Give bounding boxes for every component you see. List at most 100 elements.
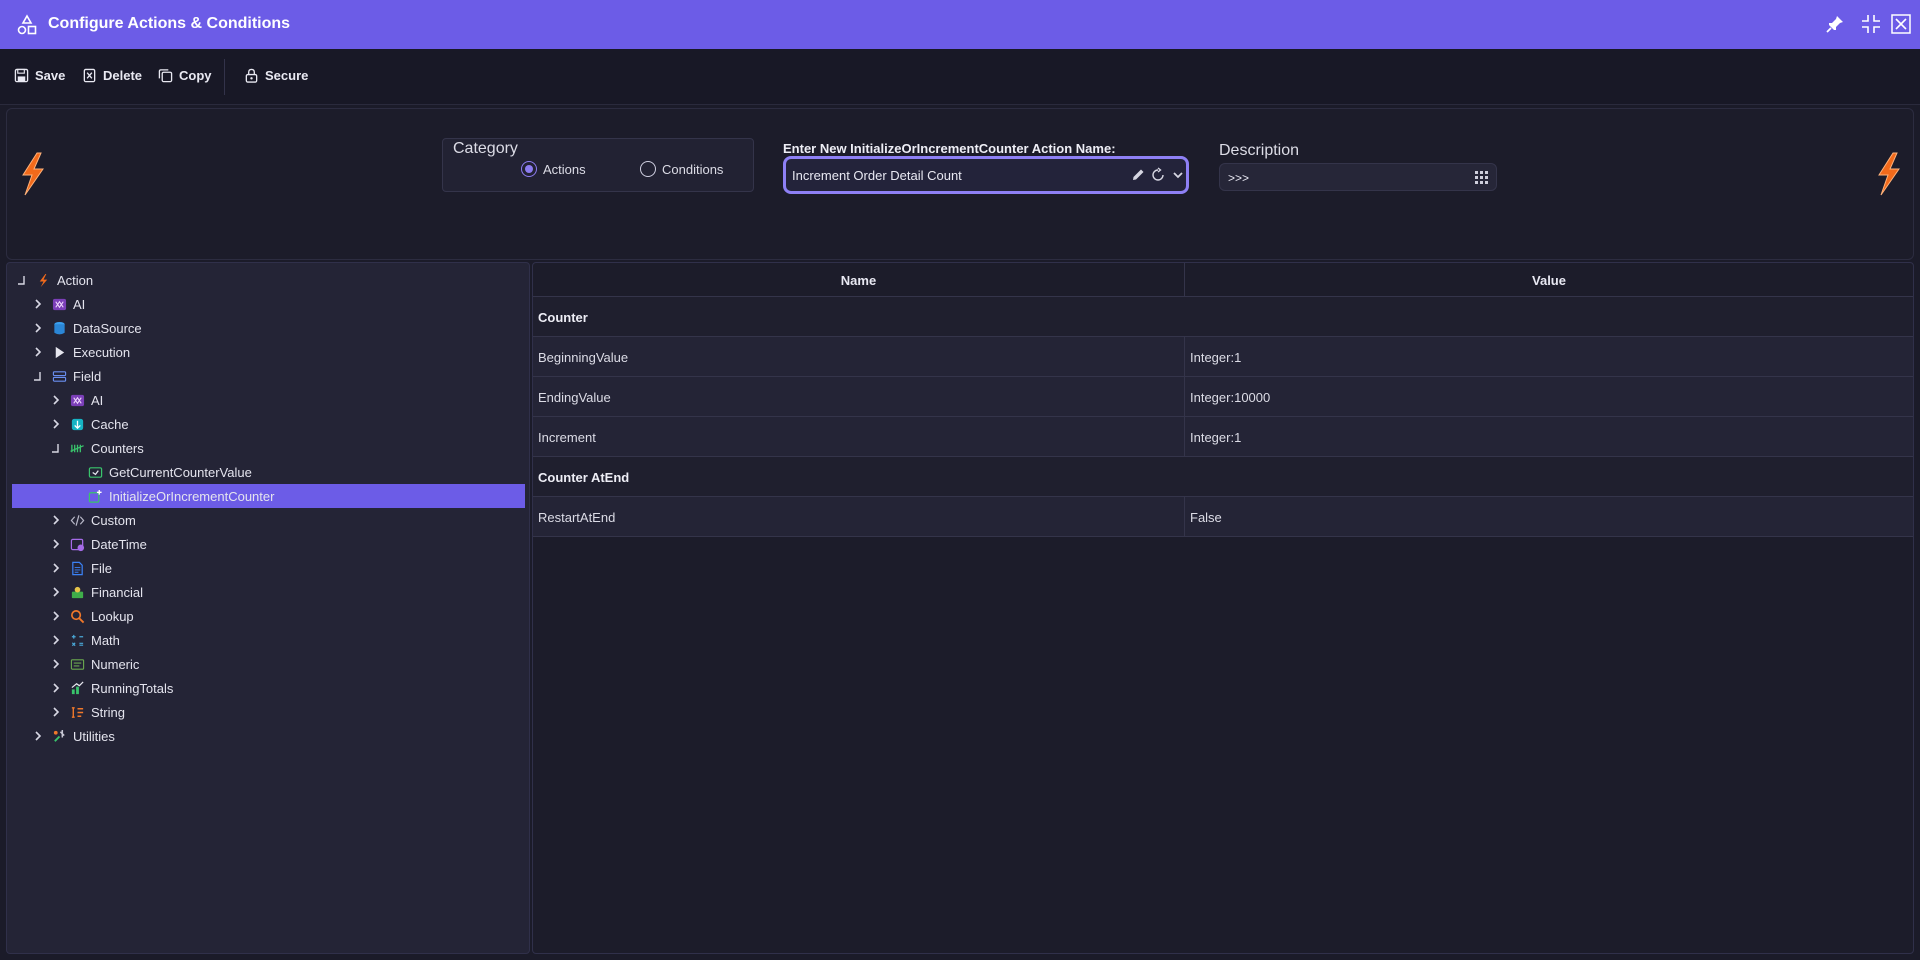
collapse-icon[interactable] xyxy=(49,441,63,455)
ai-icon xyxy=(69,392,85,408)
counter-icon xyxy=(69,440,85,456)
tree-item-label: DateTime xyxy=(91,536,147,552)
tree-item-label: Financial xyxy=(91,584,144,600)
chevron-right-icon[interactable] xyxy=(31,297,45,311)
chevron-right-icon[interactable] xyxy=(49,417,63,431)
tree-item-financial[interactable]: Financial xyxy=(49,580,525,604)
tree-item-field[interactable]: Field xyxy=(31,364,525,388)
field-icon xyxy=(51,368,67,384)
collapse-icon[interactable] xyxy=(15,273,29,287)
tree-item-counters[interactable]: Counters xyxy=(49,436,525,460)
tree-item-label: Execution xyxy=(73,344,131,360)
radio-conditions-label: Conditions xyxy=(662,161,724,177)
chevron-right-icon[interactable] xyxy=(49,609,63,623)
property-value[interactable]: Integer:1 xyxy=(1185,417,1913,457)
property-grid: Name Value Counter BeginningValue Intege… xyxy=(532,262,1914,954)
get-counter-icon xyxy=(87,464,103,480)
chevron-right-icon[interactable] xyxy=(49,657,63,671)
property-value[interactable]: Integer:1 xyxy=(1185,337,1913,377)
tree-item-file[interactable]: File xyxy=(49,556,525,580)
column-header-name[interactable]: Name xyxy=(533,263,1185,297)
tree-item-field-ai[interactable]: AI xyxy=(49,388,525,412)
tree-item-string[interactable]: String xyxy=(49,700,525,724)
action-tree: Action AI DataSource Execution Field AI … xyxy=(6,262,530,954)
chevron-right-icon[interactable] xyxy=(49,561,63,575)
property-row[interactable]: BeginningValue Integer:1 xyxy=(533,337,1913,377)
string-icon xyxy=(69,704,85,720)
bolt-icon xyxy=(22,152,44,196)
chevron-right-icon[interactable] xyxy=(31,729,45,743)
chevron-right-icon[interactable] xyxy=(49,513,63,527)
tree-item-label: AI xyxy=(91,392,104,408)
collapse-icon[interactable] xyxy=(31,369,45,383)
action-name-input[interactable] xyxy=(790,165,1110,185)
save-label: Save xyxy=(35,67,66,83)
search-icon xyxy=(69,608,85,624)
property-row[interactable]: RestartAtEnd False xyxy=(533,497,1913,537)
tree-item-label: Counters xyxy=(91,440,144,456)
property-row[interactable]: Increment Integer:1 xyxy=(533,417,1913,457)
tree-item-cache[interactable]: Cache xyxy=(49,412,525,436)
tree-item-label: Utilities xyxy=(73,728,115,744)
tree-item-datasource[interactable]: DataSource xyxy=(31,316,525,340)
minimize-window-icon[interactable] xyxy=(1860,13,1882,35)
tree-item-label: File xyxy=(91,560,112,576)
column-header-value[interactable]: Value xyxy=(1185,263,1913,297)
tree-item-runningtotals[interactable]: RunningTotals xyxy=(49,676,525,700)
description-label: Description xyxy=(1219,142,1300,159)
database-icon xyxy=(51,320,67,336)
property-group-counter[interactable]: Counter xyxy=(533,297,1913,337)
secure-button[interactable]: Secure xyxy=(244,63,308,87)
refresh-icon[interactable] xyxy=(1150,167,1166,183)
shapes-icon xyxy=(17,14,37,35)
ai-icon xyxy=(51,296,67,312)
property-row[interactable]: EndingValue Integer:10000 xyxy=(533,377,1913,417)
chevron-down-icon[interactable] xyxy=(1170,167,1186,183)
property-name: RestartAtEnd xyxy=(533,497,1185,537)
tree-item-label: GetCurrentCounterValue xyxy=(109,464,252,480)
property-group-counter-atend[interactable]: Counter AtEnd xyxy=(533,457,1913,497)
chevron-right-icon[interactable] xyxy=(49,393,63,407)
tree-item-label: Cache xyxy=(91,416,129,432)
tree-item-numeric[interactable]: Numeric xyxy=(49,652,525,676)
chevron-right-icon[interactable] xyxy=(31,345,45,359)
tree-item-custom[interactable]: Custom xyxy=(49,508,525,532)
description-input[interactable] xyxy=(1226,169,1456,187)
numeric-icon xyxy=(69,656,85,672)
close-icon[interactable] xyxy=(1890,13,1912,35)
copy-button[interactable]: Copy xyxy=(158,63,212,87)
secure-label: Secure xyxy=(265,67,309,83)
group-label: Counter xyxy=(538,309,588,325)
chevron-right-icon[interactable] xyxy=(49,585,63,599)
delete-button[interactable]: Delete xyxy=(82,63,142,87)
toolbar: Save Delete Copy Secure xyxy=(0,49,1920,105)
chevron-right-icon[interactable] xyxy=(49,537,63,551)
tree-item-math[interactable]: Math xyxy=(49,628,525,652)
grid-icon[interactable] xyxy=(1475,171,1488,184)
pencil-icon[interactable] xyxy=(1130,167,1146,183)
description-field[interactable] xyxy=(1219,163,1497,191)
tree-item-lookup[interactable]: Lookup xyxy=(49,604,525,628)
radio-actions[interactable]: Actions xyxy=(521,161,586,177)
tree-item-action[interactable]: Action xyxy=(15,268,525,292)
tree-item-getcurrentcountervalue[interactable]: GetCurrentCounterValue xyxy=(67,460,525,484)
tree-item-ai[interactable]: AI xyxy=(31,292,525,316)
tree-item-utilities[interactable]: Utilities xyxy=(31,724,525,748)
tree-item-execution[interactable]: Execution xyxy=(31,340,525,364)
tree-item-datetime[interactable]: DateTime xyxy=(49,532,525,556)
property-value[interactable]: Integer:10000 xyxy=(1185,377,1913,417)
window-title: Configure Actions & Conditions xyxy=(48,15,291,32)
chevron-right-icon[interactable] xyxy=(49,681,63,695)
pin-icon[interactable] xyxy=(1824,13,1846,35)
chevron-right-icon[interactable] xyxy=(49,705,63,719)
property-value[interactable]: False xyxy=(1185,497,1913,537)
tree-item-initializeorincrementcounter[interactable]: InitializeOrIncrementCounter xyxy=(12,484,525,508)
save-button[interactable]: Save xyxy=(14,63,65,87)
chevron-right-icon[interactable] xyxy=(49,633,63,647)
radio-checked-icon xyxy=(521,161,537,177)
radio-conditions[interactable]: Conditions xyxy=(640,161,723,177)
save-icon xyxy=(14,68,29,82)
action-name-combobox[interactable] xyxy=(783,156,1189,194)
chevron-right-icon[interactable] xyxy=(31,321,45,335)
